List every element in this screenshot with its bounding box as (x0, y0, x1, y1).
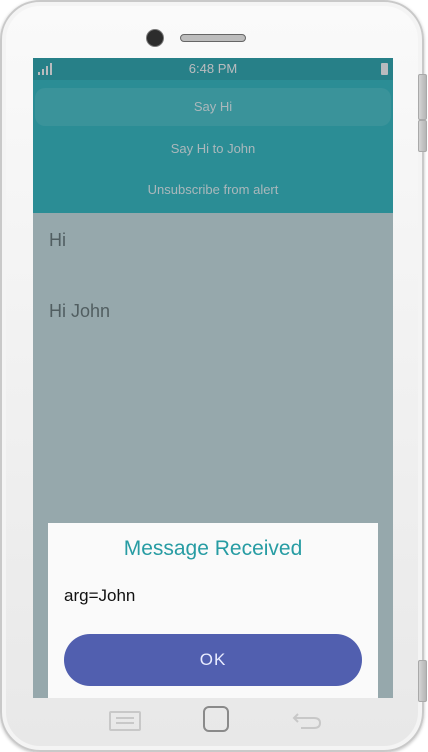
alert-dialog: Message Received arg=John OK (48, 523, 378, 698)
power-button[interactable] (418, 660, 427, 702)
home-icon[interactable] (199, 706, 233, 732)
volume-up-button[interactable] (418, 74, 427, 120)
camera-icon (147, 30, 163, 46)
phone-frame: 6:48 PM Say Hi Say Hi to John Unsubscrib… (0, 0, 427, 752)
dialog-title: Message Received (123, 537, 303, 560)
dialog-message: arg=John (64, 586, 136, 605)
speaker-grille (180, 34, 246, 42)
volume-down-button[interactable] (418, 120, 427, 152)
menu-icon[interactable] (108, 706, 142, 732)
ok-button[interactable]: OK (64, 634, 362, 686)
screen: 6:48 PM Say Hi Say Hi to John Unsubscrib… (33, 58, 393, 698)
navigation-bar (33, 698, 393, 742)
back-icon[interactable] (289, 706, 323, 732)
